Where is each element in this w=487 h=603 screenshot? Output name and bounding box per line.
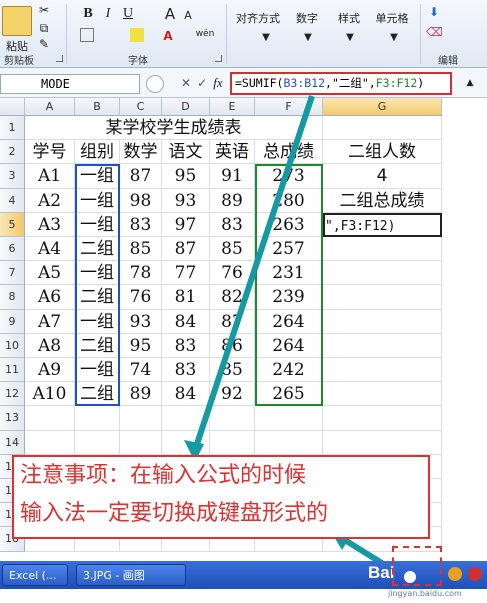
footer: jingyan.baidu.com xyxy=(0,589,487,603)
note-line-1: 注意事项：在输入公式的时候 xyxy=(20,463,307,488)
baidu-watermark: Bai xyxy=(368,563,395,582)
paint-task-label: 3.JPG - 画图 xyxy=(83,569,145,582)
arrow-to-formula xyxy=(192,95,315,451)
paint-task-button[interactable]: 3.JPG - 画图 xyxy=(76,564,186,586)
watermark-url: jingyan.baidu.com xyxy=(388,589,462,598)
input-method-highlight xyxy=(392,546,442,586)
note-line-2: 输入法一定要切换成键盘形式的 xyxy=(20,501,329,526)
tray-icon[interactable] xyxy=(468,567,482,581)
note-box: 注意事项：在输入公式的时候 输入法一定要切换成键盘形式的 xyxy=(12,455,430,539)
tray-icon[interactable] xyxy=(448,567,462,581)
excel-task-button[interactable]: Excel (... xyxy=(2,564,68,586)
